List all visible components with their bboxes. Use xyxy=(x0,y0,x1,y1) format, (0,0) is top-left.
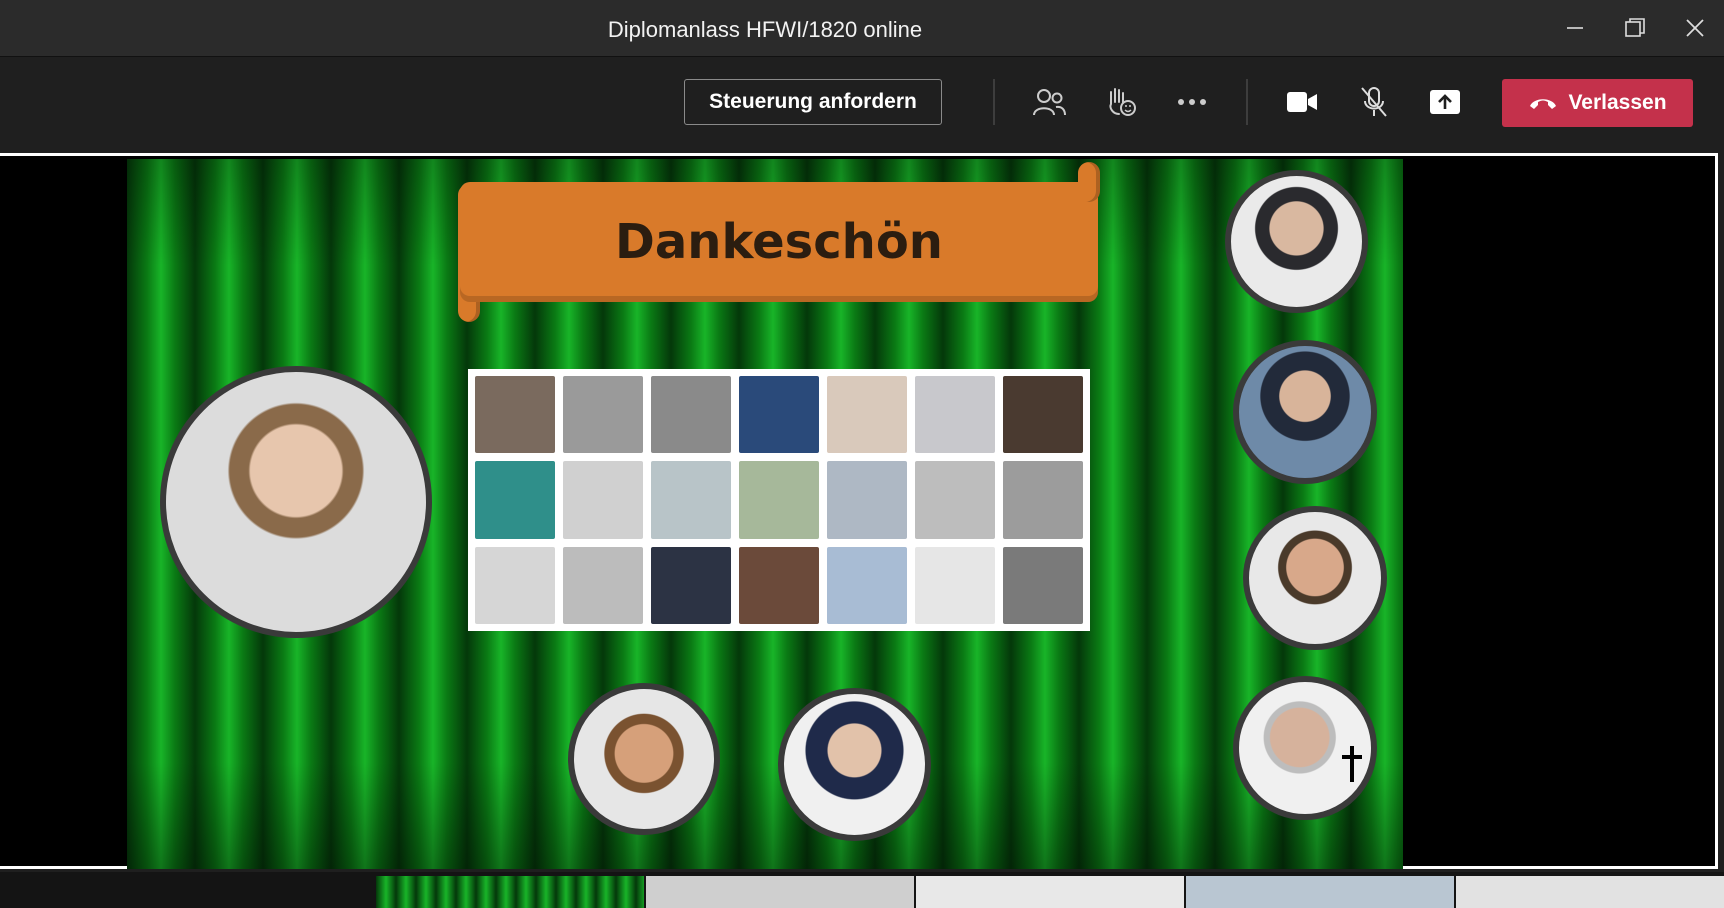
participant-thumbnail[interactable] xyxy=(916,876,1184,908)
photo-tile xyxy=(827,461,907,539)
title-bar: Diplomanlass HFWI/1820 online xyxy=(0,0,1724,57)
photo-tile xyxy=(475,461,555,539)
participant-thumbnail[interactable] xyxy=(376,876,644,908)
leave-label: Verlassen xyxy=(1568,91,1667,114)
photo-tile xyxy=(827,376,907,454)
thanks-banner: Dankeschön xyxy=(460,182,1098,302)
photo-grid xyxy=(468,369,1090,631)
participants-button[interactable] xyxy=(1023,79,1075,125)
request-control-button[interactable]: Steuerung anfordern xyxy=(684,79,942,125)
window-title: Diplomanlass HFWI/1820 online xyxy=(607,17,923,42)
restore-button[interactable] xyxy=(1611,8,1659,48)
mic-off-icon xyxy=(1361,87,1387,117)
portrait-circle xyxy=(1225,170,1368,313)
photo-tile xyxy=(1003,461,1083,539)
photo-tile xyxy=(739,461,819,539)
photo-tile xyxy=(651,376,731,454)
raise-hand-button[interactable] xyxy=(1094,79,1146,125)
toolbar-divider xyxy=(1246,79,1248,125)
share-screen-icon xyxy=(1430,90,1460,114)
photo-tile xyxy=(1003,546,1083,624)
photo-tile xyxy=(563,376,643,454)
participant-strip xyxy=(0,872,1724,908)
portrait-circle xyxy=(1243,506,1387,650)
close-icon xyxy=(1686,19,1704,37)
photo-tile xyxy=(1003,376,1083,454)
minimize-icon xyxy=(1567,27,1583,29)
microphone-button[interactable] xyxy=(1348,79,1400,125)
cross-icon xyxy=(1342,746,1362,782)
photo-tile xyxy=(651,461,731,539)
minimize-button[interactable] xyxy=(1551,8,1599,48)
hang-up-icon xyxy=(1530,99,1557,109)
toolbar-divider xyxy=(993,79,995,125)
more-options-button[interactable] xyxy=(1166,79,1218,125)
photo-tile xyxy=(915,546,995,624)
participant-thumbnail[interactable] xyxy=(1456,876,1724,908)
portrait-circle xyxy=(568,683,720,835)
more-options-icon xyxy=(1178,99,1206,105)
photo-tile xyxy=(915,461,995,539)
photo-tile xyxy=(475,546,555,624)
close-button[interactable] xyxy=(1671,8,1719,48)
photo-tile xyxy=(563,461,643,539)
people-icon xyxy=(1033,89,1066,116)
portrait-circle xyxy=(1233,676,1377,820)
portrait-circle xyxy=(778,688,931,841)
leave-button[interactable]: Verlassen xyxy=(1502,79,1693,127)
portrait-circle xyxy=(160,366,432,638)
share-screen-button[interactable] xyxy=(1419,79,1471,125)
photo-tile xyxy=(739,376,819,454)
raise-hand-icon xyxy=(1109,88,1136,116)
photo-tile xyxy=(915,376,995,454)
restore-icon xyxy=(1625,18,1645,37)
meeting-toolbar: Steuerung anfordern Verlassen xyxy=(0,57,1724,151)
portrait-circle xyxy=(1233,340,1377,484)
participant-thumbnail[interactable] xyxy=(646,876,914,908)
banner-scroll-right xyxy=(1078,162,1100,202)
banner-text: Dankeschön xyxy=(615,214,943,270)
photo-tile xyxy=(739,546,819,624)
photo-tile xyxy=(475,376,555,454)
participant-thumbnail[interactable] xyxy=(1186,876,1454,908)
photo-tile xyxy=(563,546,643,624)
photo-tile xyxy=(651,546,731,624)
camera-icon xyxy=(1287,92,1317,112)
photo-tile xyxy=(827,546,907,624)
camera-button[interactable] xyxy=(1276,79,1328,125)
